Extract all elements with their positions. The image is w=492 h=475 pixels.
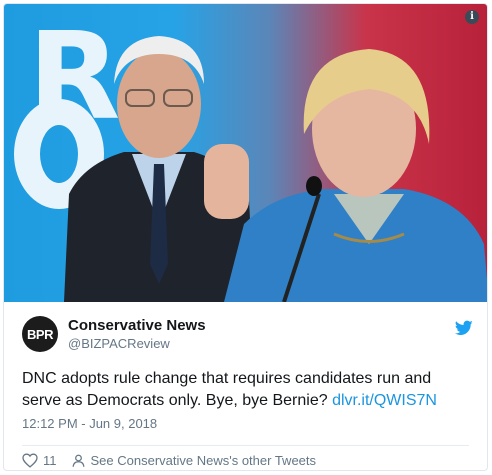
author-names: Conservative News @BIZPACReview	[68, 317, 206, 352]
author-handle[interactable]: @BIZPACReview	[68, 335, 206, 352]
heart-icon[interactable]	[22, 453, 38, 468]
tweet-author[interactable]: BPR Conservative News @BIZPACReview	[22, 316, 469, 352]
avatar[interactable]: BPR	[22, 316, 58, 352]
tweet-actions: 11 See Conservative News's other Tweets	[22, 445, 469, 468]
person-icon	[72, 454, 84, 467]
twitter-bird-icon[interactable]	[455, 320, 473, 336]
tweet-body: BPR Conservative News @BIZPACReview DNC …	[4, 302, 487, 468]
photo-person-right	[204, 49, 487, 302]
like-count[interactable]: 11	[43, 453, 57, 468]
tweet-timestamp[interactable]: 12:12 PM - Jun 9, 2018	[22, 416, 469, 431]
author-name[interactable]: Conservative News	[68, 317, 206, 335]
tweet-photo[interactable]: R i	[4, 4, 487, 302]
embedded-tweet-card[interactable]: R i BPR Conservative News @BIZPACReview …	[3, 3, 488, 471]
other-tweets-link[interactable]: See Conservative News's other Tweets	[91, 453, 317, 468]
tweet-text: DNC adopts rule change that requires can…	[22, 368, 469, 412]
tweet-link[interactable]: dlvr.it/QWIS7N	[332, 392, 437, 409]
info-icon[interactable]: i	[465, 10, 479, 24]
